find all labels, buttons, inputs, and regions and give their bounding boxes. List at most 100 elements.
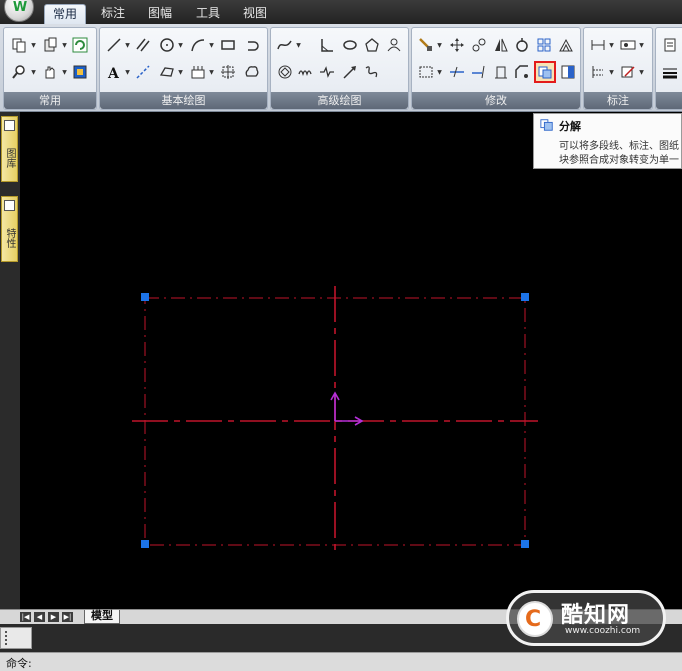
break-tool[interactable] — [491, 62, 511, 82]
brush-dropdown[interactable]: ▼ — [436, 35, 443, 55]
grip-bottom-left[interactable] — [141, 540, 149, 548]
undo-arc-icon — [248, 41, 259, 51]
palette-tab-library[interactable]: 图库 — [1, 116, 18, 182]
offset-tool[interactable] — [416, 62, 436, 82]
tooltip-line-1: 可以将多段线、标注、图纸 — [559, 141, 679, 152]
arc-tool[interactable] — [188, 35, 208, 55]
rotate-tool[interactable] — [242, 35, 262, 55]
tab-tools[interactable]: 工具 — [190, 4, 226, 24]
refresh-tool[interactable] — [70, 35, 90, 55]
line-tool[interactable] — [104, 35, 124, 55]
properties-tool[interactable] — [70, 62, 90, 82]
region-tool[interactable] — [275, 62, 295, 82]
ordinate-tool[interactable] — [588, 62, 608, 82]
overflow-tool-bottom[interactable] — [660, 62, 680, 82]
rectangle-tool[interactable] — [218, 35, 238, 55]
tab-drawing-frame[interactable]: 图幅 — [142, 4, 178, 24]
circle-tool[interactable] — [157, 35, 177, 55]
hatch-tool[interactable] — [188, 62, 208, 82]
command-line[interactable]: 命令: — [0, 652, 682, 671]
person-tool[interactable] — [384, 35, 404, 55]
grip-bottom-right[interactable] — [521, 540, 529, 548]
grip-top-right[interactable] — [521, 293, 529, 301]
arrow-icon — [343, 66, 356, 79]
tab-view[interactable]: 视图 — [236, 4, 274, 24]
arrow-tool[interactable] — [340, 62, 360, 82]
block-tool[interactable] — [218, 62, 238, 82]
dim-style-tool[interactable] — [618, 35, 638, 55]
panel-modify-title: 修改 — [412, 92, 580, 109]
paste-tool[interactable] — [40, 35, 60, 55]
parallel-tool[interactable] — [133, 35, 153, 55]
text-dropdown[interactable]: ▼ — [124, 62, 131, 82]
ordinate-dropdown[interactable]: ▼ — [608, 62, 615, 82]
ellipse-tool[interactable] — [340, 35, 360, 55]
arc-dropdown[interactable]: ▼ — [208, 35, 215, 55]
edit-tool[interactable] — [558, 62, 578, 82]
pentagon-tool[interactable] — [362, 35, 382, 55]
dim-style-dropdown[interactable]: ▼ — [638, 35, 645, 55]
stretch-tool[interactable] — [556, 35, 576, 55]
model-tab[interactable]: 模型 — [84, 610, 120, 624]
panel-overflow — [655, 27, 682, 110]
zoom-dropdown[interactable]: ▼ — [30, 62, 37, 82]
last-layout-button[interactable]: ▶| — [62, 612, 73, 622]
watermark-url: www.coozhi.com — [565, 626, 641, 636]
panel-common-title: 常用 — [4, 92, 96, 109]
app-menu-button[interactable]: W — [4, 0, 34, 22]
linear-dim-tool[interactable] — [588, 35, 608, 55]
polygon-dropdown[interactable]: ▼ — [177, 62, 184, 82]
move-tool[interactable] — [447, 35, 467, 55]
paste-dropdown[interactable]: ▼ — [61, 35, 68, 55]
copy-tool[interactable] — [9, 35, 29, 55]
hatch-dropdown[interactable]: ▼ — [208, 62, 215, 82]
zoom-tool[interactable] — [9, 62, 29, 82]
mirror-tool[interactable] — [491, 35, 511, 55]
polygon-tool[interactable] — [157, 62, 177, 82]
leader-dropdown[interactable]: ▼ — [638, 62, 645, 82]
overflow-tool-top[interactable] — [660, 35, 680, 55]
sketch-tool[interactable] — [362, 62, 382, 82]
construction-line-tool[interactable] — [133, 62, 153, 82]
pan-dropdown[interactable]: ▼ — [61, 62, 68, 82]
trim-tool[interactable] — [447, 62, 467, 82]
scale-tool[interactable] — [469, 35, 489, 55]
line-dropdown[interactable]: ▼ — [124, 35, 131, 55]
leader-tool[interactable] — [618, 62, 638, 82]
ordinate-icon — [592, 66, 603, 78]
text-tool[interactable]: A — [104, 62, 124, 82]
pan-tool[interactable] — [40, 62, 60, 82]
fillet-tool[interactable] — [512, 35, 532, 55]
wave-tool[interactable] — [296, 62, 316, 82]
cloud-tool[interactable] — [242, 62, 262, 82]
next-layout-button[interactable]: ▶ — [48, 612, 59, 622]
drawing-canvas[interactable] — [20, 112, 682, 609]
angle-tool[interactable] — [317, 35, 337, 55]
explode-tool[interactable] — [534, 61, 556, 83]
prev-layout-button[interactable]: ◀ — [34, 612, 45, 622]
chamfer-tool[interactable] — [512, 62, 532, 82]
extend-tool[interactable] — [469, 62, 489, 82]
drag-handle-icon — [5, 631, 7, 645]
spline-dropdown[interactable]: ▼ — [295, 35, 302, 55]
circle-dropdown[interactable]: ▼ — [177, 35, 184, 55]
arc-icon — [191, 39, 205, 52]
tab-common[interactable]: 常用 — [44, 4, 86, 24]
angle-icon — [321, 39, 333, 52]
offset-dropdown[interactable]: ▼ — [436, 62, 443, 82]
array-tool[interactable] — [534, 35, 554, 55]
ribbon: ▼ ▼ ▼ ▼ 常用 ▼ ▼ ▼ A ▼ ▼ ▼ 基本绘图 ▼ 高级绘图 ▼ ▼… — [0, 24, 682, 112]
palette-tab-properties[interactable]: 特性 — [1, 196, 18, 262]
first-layout-button[interactable]: |◀ — [20, 612, 31, 622]
break-line-tool[interactable] — [317, 62, 337, 82]
grip-top-left[interactable] — [141, 293, 149, 301]
spline-tool[interactable] — [275, 35, 295, 55]
panel-annotate-title: 标注 — [584, 92, 652, 109]
brush-tool[interactable] — [416, 35, 436, 55]
copy-dropdown[interactable]: ▼ — [30, 35, 37, 55]
line-icon — [107, 38, 121, 52]
linear-dim-dropdown[interactable]: ▼ — [608, 35, 615, 55]
tab-annotation[interactable]: 标注 — [94, 4, 132, 24]
panel-modify: ▼ ▼ 修改 — [411, 27, 581, 110]
command-history-box[interactable] — [0, 627, 32, 649]
